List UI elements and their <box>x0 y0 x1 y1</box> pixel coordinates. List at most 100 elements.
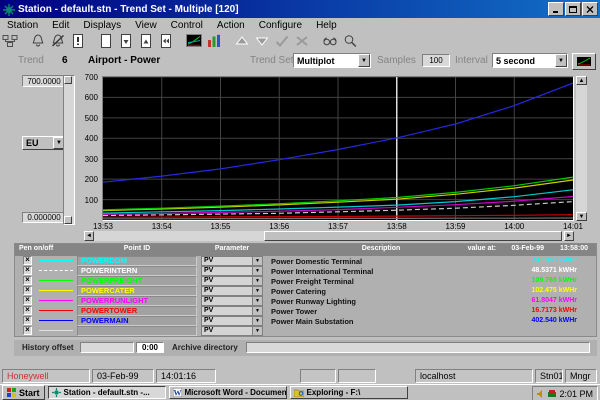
range-low-field[interactable]: 0.000000 <box>22 212 66 223</box>
range-high-field[interactable]: 700.0000 <box>22 75 66 87</box>
menu-station[interactable]: Station <box>0 20 45 31</box>
chevron-down-icon[interactable]: ▼ <box>555 54 567 67</box>
trend-plot[interactable] <box>102 76 574 221</box>
pen-checkbox[interactable]: × <box>23 256 32 265</box>
chevron-down-icon[interactable]: ▼ <box>358 54 370 67</box>
tray-app-icon[interactable] <box>548 390 556 398</box>
point-id-field[interactable]: POWERFREIGHT <box>77 276 197 286</box>
point-id-field[interactable]: POWERDOM <box>77 256 197 266</box>
raise-icon[interactable] <box>232 34 252 49</box>
x-tick-label: 13:55 <box>204 222 238 231</box>
x-tick-label: 13:56 <box>262 222 296 231</box>
pen-color-sample <box>39 260 73 261</box>
pen-checkbox[interactable]: × <box>23 306 32 315</box>
task-button-station[interactable]: Station - default.stn -... <box>48 386 166 399</box>
pen-checkbox[interactable]: × <box>23 326 32 335</box>
vertical-scrollbar[interactable]: ▲ ▼ <box>576 76 587 221</box>
chevron-down-icon[interactable]: ▼ <box>252 297 262 305</box>
mini-trend-button[interactable] <box>572 53 596 70</box>
alarm-icon[interactable] <box>28 34 48 49</box>
faceplate-icon[interactable] <box>320 34 340 49</box>
scrollbar-thumb[interactable] <box>264 231 562 241</box>
pen-table-row: ×POWERMAINPV▼Power Main Substation402.54… <box>15 316 596 326</box>
history-offset-field[interactable] <box>80 342 134 353</box>
col-description: Description <box>271 245 491 252</box>
units-select[interactable]: EU ▼ <box>22 136 66 150</box>
pen-checkbox[interactable]: × <box>23 296 32 305</box>
point-id-field[interactable]: POWERCATER <box>77 286 197 296</box>
page-icon[interactable] <box>96 34 116 49</box>
menu-view[interactable]: View <box>128 20 164 31</box>
lower-icon[interactable] <box>252 34 272 49</box>
scroll-up-icon[interactable]: ▲ <box>576 76 587 85</box>
parameter-select[interactable]: PV▼ <box>201 316 263 326</box>
status-panel-localhost: localhost <box>415 369 533 383</box>
range-slider-bottom-handle[interactable] <box>64 216 72 224</box>
point-id-field[interactable]: POWERMAIN <box>77 316 197 326</box>
pen-checkbox[interactable]: × <box>23 286 32 295</box>
accept-icon[interactable] <box>272 34 292 49</box>
trend-set-select[interactable]: Multiplot ▼ <box>293 53 371 68</box>
scroll-left-icon[interactable]: ◄ <box>84 231 94 241</box>
point-id-field[interactable]: POWERRUNLIGHT <box>77 296 197 306</box>
task-button-word[interactable]: WMicrosoft Word - Document <box>169 386 287 399</box>
pen-checkbox[interactable]: × <box>23 266 32 275</box>
description-text: Power Tower <box>271 307 491 316</box>
chevron-down-icon[interactable]: ▼ <box>252 277 262 285</box>
parameter-select[interactable]: PV▼ <box>201 256 263 266</box>
chevron-down-icon[interactable]: ▼ <box>252 267 262 275</box>
menu-control[interactable]: Control <box>164 20 210 31</box>
point-value: 61.8047 kWHr <box>467 297 577 304</box>
parameter-select[interactable]: PV▼ <box>201 266 263 276</box>
interval-select[interactable]: 5 second ▼ <box>492 53 568 68</box>
parameter-select[interactable]: PV▼ <box>201 306 263 316</box>
alarm-summary-icon[interactable] <box>68 34 88 49</box>
maximize-button[interactable] <box>565 2 581 16</box>
cancel-icon[interactable] <box>292 34 312 49</box>
range-slider-top-handle[interactable] <box>64 76 72 84</box>
menu-configure[interactable]: Configure <box>252 20 309 31</box>
history-offset-time: 0:00 <box>136 342 164 353</box>
network-icon[interactable] <box>0 34 20 49</box>
trend-icon[interactable] <box>184 34 204 49</box>
parameter-select[interactable]: PV▼ <box>201 296 263 306</box>
minimize-button[interactable] <box>548 2 564 16</box>
menu-help[interactable]: Help <box>309 20 344 31</box>
point-id-field[interactable] <box>77 326 197 336</box>
group-icon[interactable] <box>204 34 224 49</box>
scroll-down-icon[interactable]: ▼ <box>576 212 587 221</box>
point-id-field[interactable]: POWERINTERN <box>77 266 197 276</box>
search-icon[interactable] <box>340 34 360 49</box>
page-up-icon[interactable] <box>136 34 156 49</box>
alarm-silence-icon[interactable] <box>48 34 68 49</box>
parameter-select[interactable]: PV▼ <box>201 276 263 286</box>
scroll-right-icon[interactable]: ► <box>564 231 574 241</box>
chevron-down-icon[interactable]: ▼ <box>252 287 262 295</box>
chevron-down-icon[interactable]: ▼ <box>252 257 262 265</box>
pen-checkbox[interactable]: × <box>23 316 32 325</box>
close-button[interactable] <box>582 2 598 16</box>
pen-checkbox[interactable]: × <box>23 276 32 285</box>
archive-directory-field[interactable] <box>246 342 590 353</box>
start-button[interactable]: Start <box>2 385 45 400</box>
point-id-field[interactable]: POWERTOWER <box>77 306 197 316</box>
page-recall-icon[interactable] <box>156 34 176 49</box>
horizontal-scrollbar[interactable]: ◄ ► <box>84 231 574 241</box>
menu-action[interactable]: Action <box>210 20 252 31</box>
chevron-down-icon[interactable]: ▼ <box>252 307 262 315</box>
toolbar-separator <box>88 34 96 49</box>
description-text: Power International Terminal <box>271 267 491 276</box>
chevron-down-icon[interactable]: ▼ <box>252 327 262 335</box>
volume-icon[interactable] <box>537 390 545 398</box>
menu-displays[interactable]: Displays <box>76 20 128 31</box>
task-button-explorer[interactable]: Exploring - F:\ <box>290 386 408 399</box>
samples-field[interactable]: 100 <box>422 54 450 67</box>
chevron-down-icon[interactable]: ▼ <box>252 317 262 325</box>
pen-color-sample <box>39 270 73 271</box>
parameter-select[interactable]: PV▼ <box>201 326 263 336</box>
status-panel <box>300 369 336 383</box>
menu-edit[interactable]: Edit <box>45 20 76 31</box>
description-text: Power Freight Terminal <box>271 277 491 286</box>
page-down-icon[interactable] <box>116 34 136 49</box>
parameter-select[interactable]: PV▼ <box>201 286 263 296</box>
